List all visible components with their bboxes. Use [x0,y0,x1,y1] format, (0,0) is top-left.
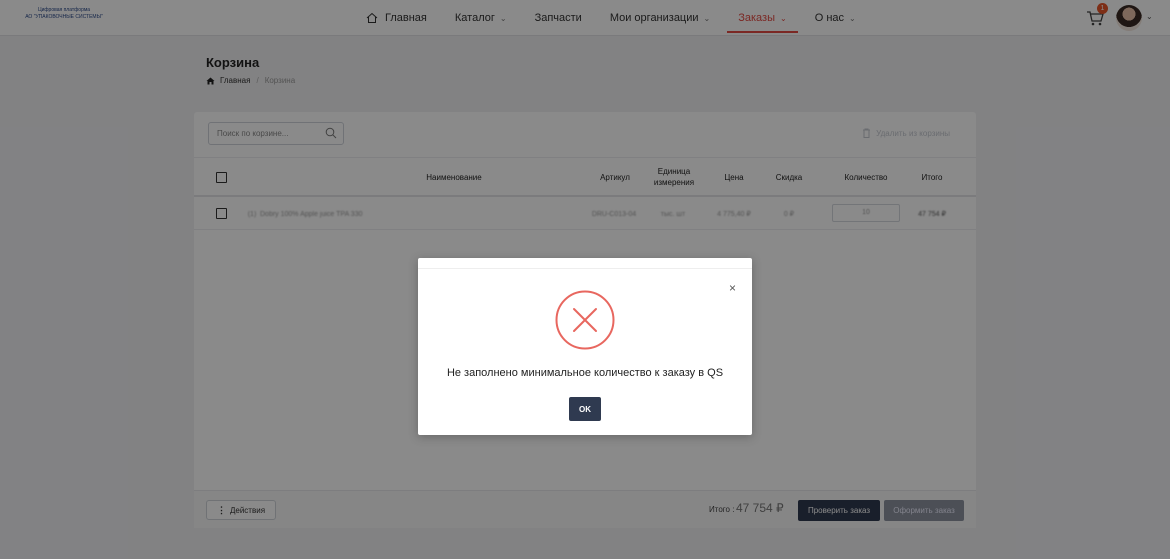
dialog-divider [418,268,752,269]
ok-button[interactable]: OK [569,397,601,421]
error-circle-icon [555,290,615,350]
close-icon[interactable]: × [729,282,736,294]
dialog-message: Не заполнено минимальное количество к за… [446,367,724,379]
error-dialog: × Не заполнено минимальное количество к … [418,258,752,435]
